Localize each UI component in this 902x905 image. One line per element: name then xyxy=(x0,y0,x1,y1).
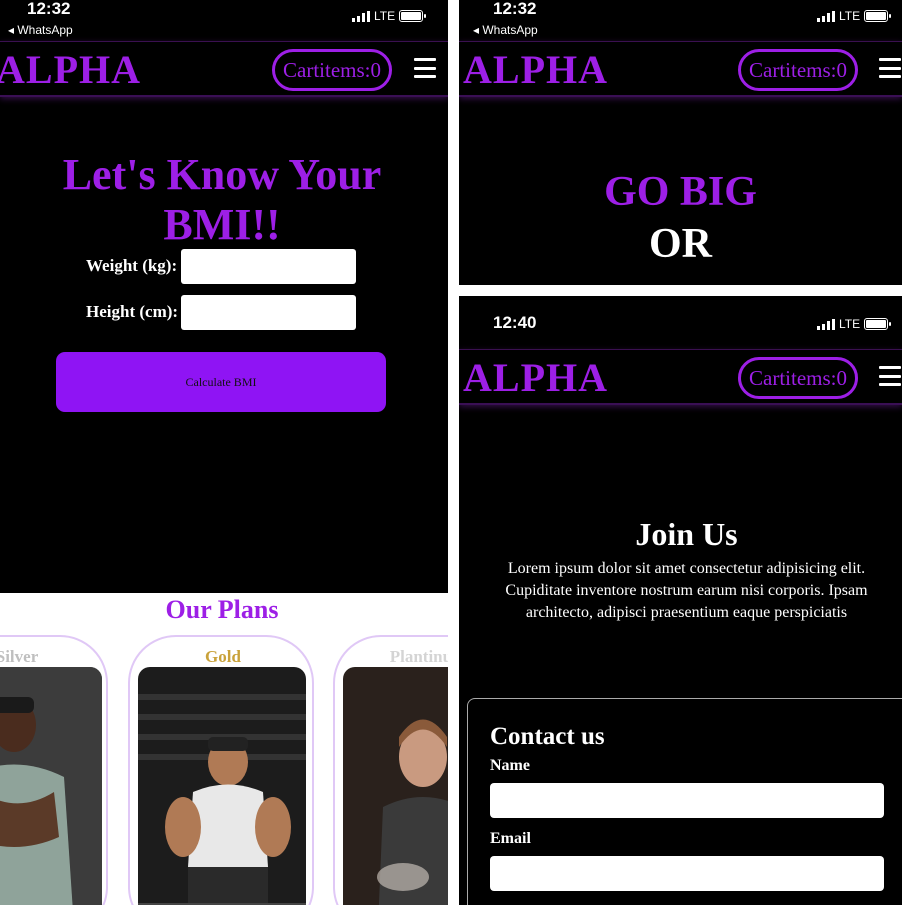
network-label: LTE xyxy=(839,9,861,23)
plan-image-silver xyxy=(0,667,102,905)
plan-card-platinum[interactable]: Plantinum xyxy=(333,635,448,905)
cart-button[interactable]: Cartitems:0 xyxy=(738,357,858,399)
brand-logo[interactable]: ALPHA xyxy=(0,46,141,93)
hero-line-1: GO BIG xyxy=(604,169,757,215)
signal-icon xyxy=(817,318,835,330)
screen-join: 12:40 LTE ALPHA Cartitems:0 Join Us Lore… xyxy=(459,296,902,905)
plans-section: Our Plans Silver Gold Plantinu xyxy=(0,593,448,905)
height-input[interactable] xyxy=(181,295,356,330)
signal-icon xyxy=(817,10,835,22)
join-title: Join Us xyxy=(635,516,738,552)
plan-card-gold[interactable]: Gold xyxy=(128,635,314,905)
navbar: ALPHA Cartitems:0 xyxy=(459,349,902,405)
cart-button[interactable]: Cartitems:0 xyxy=(738,49,858,91)
name-input[interactable] xyxy=(490,783,884,818)
back-to-whatsapp-link[interactable]: ◂ WhatsApp xyxy=(473,23,538,37)
navbar: ALPHA Cartitems:0 xyxy=(0,41,448,97)
plan-image-gold xyxy=(138,667,306,905)
plan-name-silver: Silver xyxy=(0,647,39,666)
brand-logo[interactable]: ALPHA xyxy=(463,46,608,93)
plan-name-gold: Gold xyxy=(205,647,241,666)
contact-form: Contact us Name Email xyxy=(467,698,902,905)
status-time: 12:32 xyxy=(493,0,537,18)
network-label: LTE xyxy=(839,317,861,331)
network-label: LTE xyxy=(374,9,396,23)
signal-icon xyxy=(352,10,370,22)
hero-line-2: OR xyxy=(649,221,712,267)
plan-card-silver[interactable]: Silver xyxy=(0,635,108,905)
height-label: Height (cm): xyxy=(86,302,179,321)
join-description: Lorem ipsum dolor sit amet consectetur a… xyxy=(505,560,868,621)
plan-name-platinum: Plantinum xyxy=(389,647,448,666)
battery-icon xyxy=(399,10,427,22)
status-indicators: LTE xyxy=(817,317,892,331)
back-to-whatsapp-link[interactable]: ◂ WhatsApp xyxy=(8,23,73,37)
plan-image-platinum xyxy=(343,667,448,905)
status-time: 12:40 xyxy=(493,313,537,332)
hamburger-icon[interactable] xyxy=(879,366,901,386)
email-input[interactable] xyxy=(490,856,884,891)
contact-title: Contact us xyxy=(490,723,605,750)
cart-button[interactable]: Cartitems:0 xyxy=(272,49,392,91)
status-indicators: LTE xyxy=(817,9,892,23)
brand-logo[interactable]: ALPHA xyxy=(463,354,608,401)
calculate-bmi-button[interactable]: Calculate BMI xyxy=(56,352,386,412)
hamburger-icon[interactable] xyxy=(879,58,901,78)
plans-title: Our Plans xyxy=(165,595,279,624)
battery-icon xyxy=(864,10,892,22)
navbar: ALPHA Cartitems:0 xyxy=(459,41,902,97)
screen-bmi: 12:32 ◂ WhatsApp LTE ALPHA Cartitems:0 L… xyxy=(0,0,448,905)
bmi-title: Let's Know Your BMI!! xyxy=(62,150,382,249)
status-time: 12:32 xyxy=(27,0,71,18)
weight-label: Weight (kg): xyxy=(86,256,178,275)
hamburger-icon[interactable] xyxy=(414,58,436,78)
status-indicators: LTE xyxy=(352,9,427,23)
screen-hero: 12:32 ◂ WhatsApp LTE ALPHA Cartitems:0 G… xyxy=(459,0,902,285)
battery-icon xyxy=(864,318,892,330)
name-label: Name xyxy=(490,757,530,774)
weight-input[interactable] xyxy=(181,249,356,284)
email-label: Email xyxy=(490,830,531,847)
